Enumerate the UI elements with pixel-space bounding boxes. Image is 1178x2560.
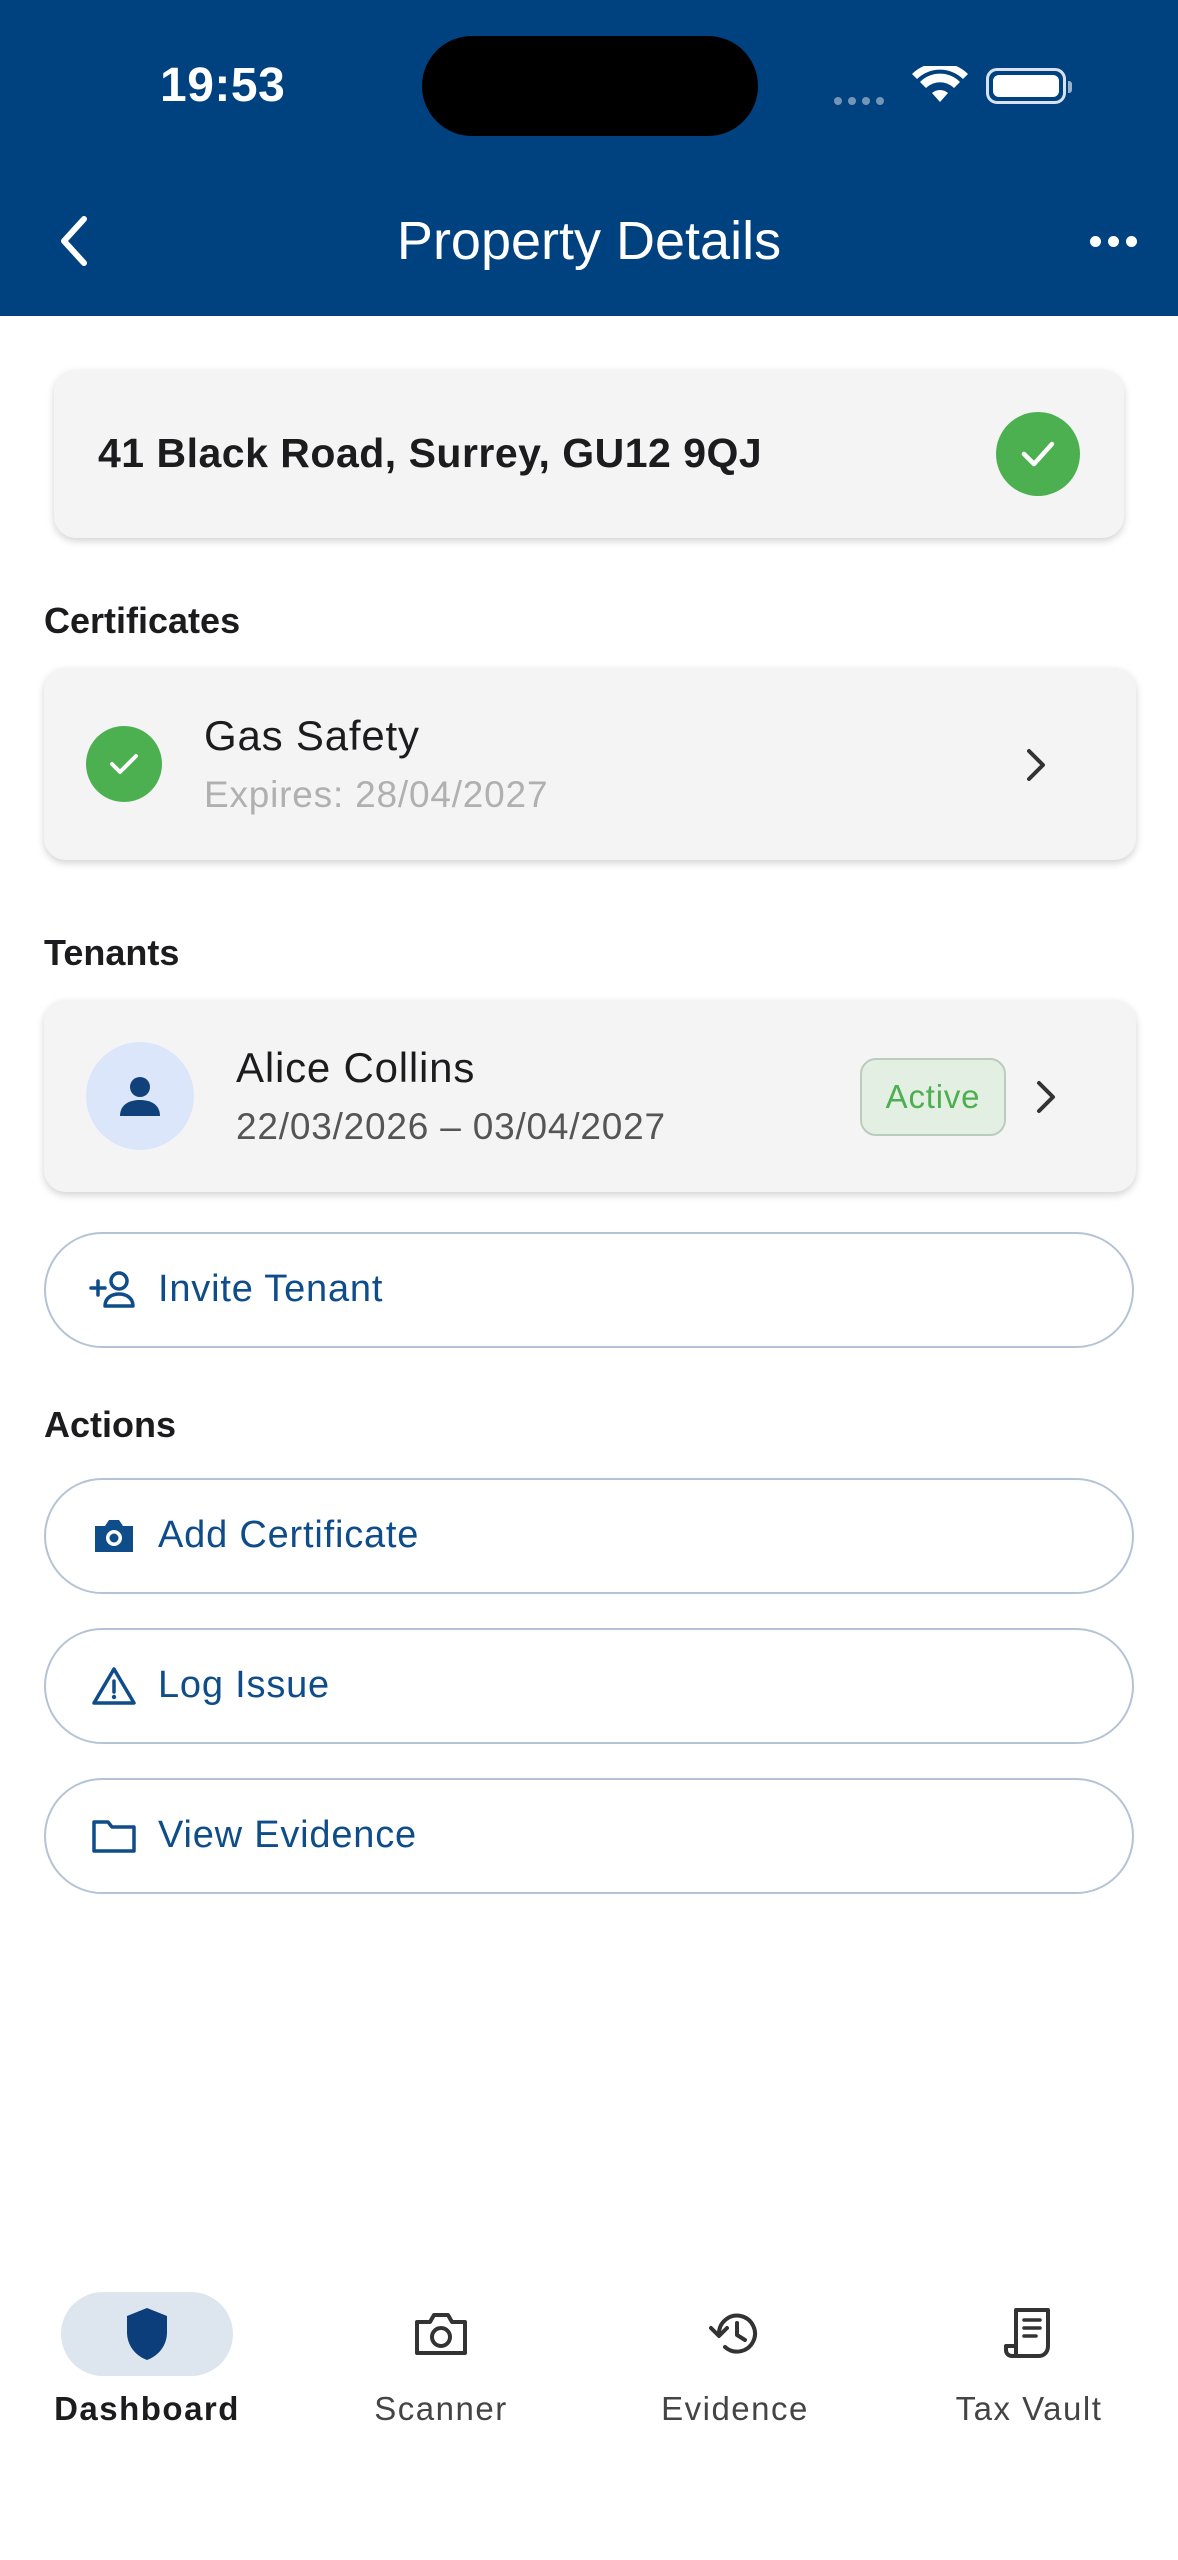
tenant-name: Alice Collins [236,1044,476,1091]
page-title: Property Details [396,211,782,271]
cellular-signal-icon [834,92,890,110]
nav-tab-evidence[interactable]: Evidence [588,2260,882,2460]
person-add-icon [86,1234,142,1345]
chevron-right-icon [1016,740,1056,790]
log-issue-label: Log Issue [158,1664,330,1706]
history-icon [649,2292,821,2376]
camera-icon [355,2292,527,2376]
invite-tenant-button[interactable]: Invite Tenant [44,1232,1134,1348]
status-badge: Active [860,1058,1006,1136]
shield-icon [61,2292,233,2376]
receipt-icon [943,2292,1115,2376]
verified-check-icon [996,412,1080,496]
property-address-card: 41 Black Road, Surrey, GU12 9QJ [54,370,1124,538]
wifi-icon [912,62,968,111]
log-issue-button[interactable]: Log Issue [44,1628,1134,1744]
certificate-valid-check-icon [86,726,162,802]
nav-tab-dashboard[interactable]: Dashboard [0,2260,294,2460]
certificate-name: Gas Safety [204,712,420,759]
tenants-heading: Tenants [44,932,180,973]
person-avatar-icon [86,1042,194,1150]
view-evidence-label: View Evidence [158,1814,417,1856]
actions-heading: Actions [44,1404,177,1445]
app-header: 19:53 Property Details [0,0,1178,316]
nav-tab-tax-vault[interactable]: Tax Vault [882,2260,1176,2460]
bottom-navigation: Dashboard Scanner Evidence Tax Vault [0,2260,1178,2560]
battery-icon [986,68,1072,104]
chevron-right-icon [1026,1072,1066,1122]
view-evidence-button[interactable]: View Evidence [44,1778,1134,1894]
nav-label-dashboard: Dashboard [54,2390,240,2427]
add-certificate-label: Add Certificate [158,1514,420,1556]
certificates-heading: Certificates [44,600,241,641]
warning-icon [86,1630,142,1741]
nav-tab-scanner[interactable]: Scanner [294,2260,588,2460]
certificate-card[interactable]: Gas Safety Expires: 28/04/2027 [44,668,1136,860]
status-time: 19:53 [160,59,286,112]
nav-label-evidence: Evidence [661,2390,809,2427]
camera-icon [86,1480,142,1591]
nav-label-tax-vault: Tax Vault [955,2390,1103,2427]
property-address: 41 Black Road, Surrey, GU12 9QJ [98,430,763,476]
dynamic-island [422,36,758,136]
tenancy-dates: 22/03/2026 – 03/04/2027 [236,1106,666,1147]
more-options-button[interactable] [1080,216,1146,266]
add-certificate-button[interactable]: Add Certificate [44,1478,1134,1594]
folder-icon [86,1780,142,1891]
tenant-card[interactable]: Alice Collins 22/03/2026 – 03/04/2027 Ac… [44,1000,1136,1192]
nav-label-scanner: Scanner [374,2390,508,2427]
invite-tenant-label: Invite Tenant [158,1268,384,1310]
certificate-expiry: Expires: 28/04/2027 [204,774,549,815]
